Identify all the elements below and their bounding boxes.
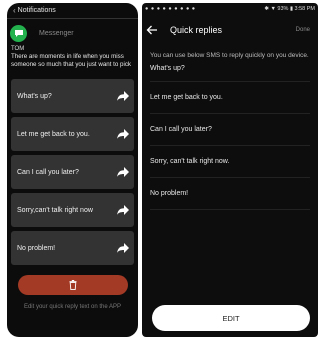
toolbar: Quick replies Done bbox=[142, 15, 318, 45]
watch-reply-item[interactable]: Sorry,can't talk right now bbox=[11, 193, 134, 228]
quick-reply-item[interactable]: What's up? bbox=[150, 60, 310, 82]
notification-icons: ● ● ● ● ● ● ● ● ● bbox=[145, 6, 196, 12]
watch-header-title: Notifications bbox=[17, 7, 56, 14]
share-arrow-icon bbox=[117, 205, 129, 216]
back-arrow-icon[interactable] bbox=[146, 25, 158, 35]
watch-footer-hint: Edit your quick reply text on the APP bbox=[23, 304, 122, 311]
page-title: Quick replies bbox=[170, 25, 223, 35]
watch-reply-label: Sorry,can't talk right now bbox=[17, 206, 93, 214]
watch-reply-label: What's up? bbox=[17, 92, 52, 100]
watch-reply-list: What's up? Let me get back to you. Can I… bbox=[7, 79, 138, 266]
share-arrow-icon bbox=[117, 243, 129, 254]
quick-reply-item[interactable]: Sorry, can't talk right now. bbox=[150, 146, 310, 178]
watch-app-row: Messenger bbox=[7, 22, 138, 44]
messenger-icon bbox=[10, 24, 27, 42]
chevron-left-icon: ‹ bbox=[13, 6, 16, 15]
watch-app-name: Messenger bbox=[39, 29, 74, 37]
watch-reply-item[interactable]: What's up? bbox=[11, 79, 134, 114]
trash-icon bbox=[69, 280, 76, 291]
watch-reply-item[interactable]: No problem! bbox=[11, 231, 134, 266]
share-arrow-icon bbox=[117, 129, 129, 140]
delete-button[interactable] bbox=[17, 275, 128, 296]
quick-reply-list: What's up? Let me get back to you. Can I… bbox=[142, 60, 318, 210]
phone-screen: ● ● ● ● ● ● ● ● ● ✱ ▼ 93% ▮ 3:58 PM Quic… bbox=[142, 3, 318, 337]
watch-message: There are moments in life when you miss … bbox=[11, 53, 132, 69]
status-bar: ● ● ● ● ● ● ● ● ● ✱ ▼ 93% ▮ 3:58 PM bbox=[142, 3, 318, 15]
quick-reply-item[interactable]: Let me get back to you. bbox=[150, 82, 310, 114]
quick-reply-description: You can use below SMS to reply quickly o… bbox=[150, 52, 309, 59]
watch-header[interactable]: ‹ Notifications bbox=[7, 3, 138, 19]
done-button[interactable]: Done bbox=[296, 27, 310, 33]
share-arrow-icon bbox=[117, 91, 129, 102]
watch-reply-item[interactable]: Can I call you later? bbox=[11, 155, 134, 190]
watch-reply-item[interactable]: Let me get back to you. bbox=[11, 117, 134, 152]
share-arrow-icon bbox=[117, 167, 129, 178]
quick-reply-item[interactable]: No problem! bbox=[150, 178, 310, 210]
watch-reply-label: Let me get back to you. bbox=[17, 130, 90, 138]
watch-screen: ‹ Notifications Messenger TOM There are … bbox=[7, 3, 138, 337]
quick-reply-item[interactable]: Can I call you later? bbox=[150, 114, 310, 146]
watch-reply-label: No problem! bbox=[17, 244, 56, 252]
status-right: ✱ ▼ 93% ▮ 3:58 PM bbox=[264, 6, 315, 12]
watch-reply-label: Can I call you later? bbox=[17, 168, 79, 176]
edit-button[interactable]: EDIT bbox=[152, 305, 310, 331]
